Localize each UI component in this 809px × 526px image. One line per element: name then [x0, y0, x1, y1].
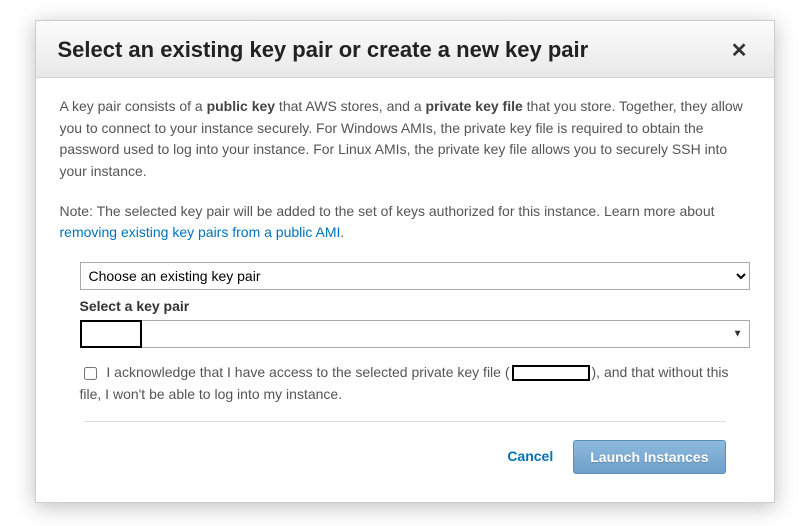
- acknowledge-text-a: I acknowledge that I have access to the …: [106, 364, 509, 380]
- form-block: Choose an existing key pair Select a key…: [80, 262, 750, 348]
- bold-private-key-file: private key file: [426, 98, 523, 114]
- dialog-header: Select an existing key pair or create a …: [36, 21, 774, 78]
- cancel-button[interactable]: Cancel: [507, 446, 553, 468]
- keypair-value-redacted: [80, 320, 142, 348]
- description-paragraph-1: A key pair consists of a public key that…: [60, 96, 750, 183]
- description-paragraph-2: Note: The selected key pair will be adde…: [60, 201, 750, 244]
- acknowledge-block: I acknowledge that I have access to the …: [80, 362, 750, 405]
- keyfile-name-redacted: [512, 365, 590, 381]
- dialog-footer: Cancel Launch Instances: [84, 421, 726, 496]
- description-block: A key pair consists of a public key that…: [60, 96, 750, 244]
- keypair-mode-select[interactable]: Choose an existing key pair: [80, 262, 750, 290]
- remove-keypairs-link[interactable]: removing existing key pairs from a publi…: [60, 224, 341, 240]
- keypair-field-label: Select a key pair: [80, 296, 750, 318]
- close-icon[interactable]: ✕: [727, 38, 752, 63]
- chevron-down-icon: ▼: [733, 326, 743, 342]
- keypair-select[interactable]: ▼: [80, 320, 750, 348]
- dialog-body: A key pair consists of a public key that…: [36, 78, 774, 502]
- acknowledge-checkbox[interactable]: [84, 367, 97, 380]
- bold-public-key: public key: [207, 98, 275, 114]
- keypair-dialog: Select an existing key pair or create a …: [35, 20, 775, 503]
- dialog-title: Select an existing key pair or create a …: [58, 37, 589, 63]
- launch-instances-button[interactable]: Launch Instances: [573, 440, 725, 474]
- keypair-select-body: ▼: [142, 320, 750, 348]
